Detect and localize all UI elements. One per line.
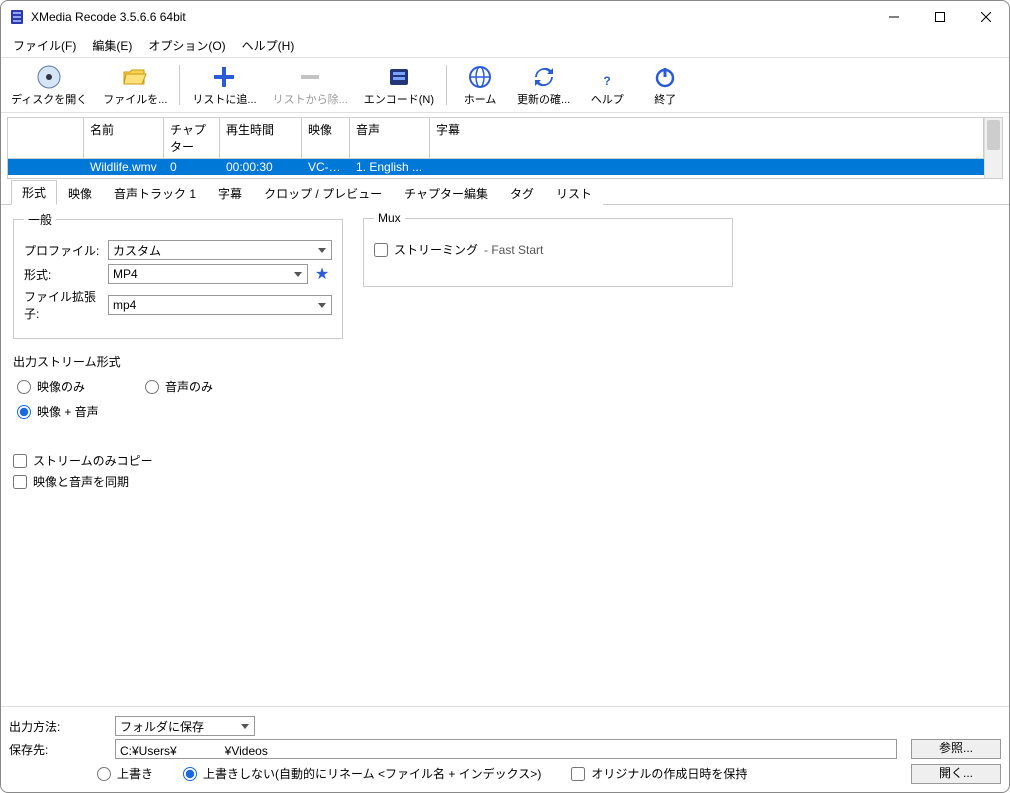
dest-label: 保存先: xyxy=(9,741,109,758)
general-legend: 一般 xyxy=(24,211,56,228)
menubar: ファイル(F) 編集(E) オプション(O) ヘルプ(H) xyxy=(1,33,1009,57)
tab-chapter[interactable]: チャプター編集 xyxy=(393,181,499,205)
folder-icon xyxy=(121,63,149,91)
file-list-scrollbar[interactable] xyxy=(984,118,1002,178)
maximize-button[interactable] xyxy=(917,1,963,33)
remove-from-list-button: リストから除... xyxy=(265,59,356,111)
tab-format[interactable]: 形式 xyxy=(11,180,57,205)
titlebar: XMedia Recode 3.5.6.6 64bit xyxy=(1,1,1009,33)
update-button[interactable]: 更新の確... xyxy=(509,59,578,111)
table-row[interactable]: Wildlife.wmv000:00:30VC-1 ...1. English … xyxy=(8,159,984,175)
column-playtime[interactable]: 再生時間 xyxy=(220,118,302,159)
open-folder-button[interactable]: 開く... xyxy=(911,764,1001,784)
column-video[interactable]: 映像 xyxy=(302,118,350,159)
column-blank[interactable] xyxy=(8,118,84,159)
tab-crop-preview[interactable]: クロップ / プレビュー xyxy=(253,181,393,205)
tab-list[interactable]: リスト xyxy=(545,181,603,205)
radio-overwrite[interactable]: 上書き xyxy=(97,763,153,784)
column-chapter[interactable]: チャプター xyxy=(164,118,220,159)
checkbox-preserve-date[interactable]: オリジナルの作成日時を保持 xyxy=(571,763,747,784)
app-icon xyxy=(9,9,25,25)
radio-no-overwrite[interactable]: 上書きしない(自動的にリネーム <ファイル名 + インデックス>) xyxy=(183,763,541,784)
browse-button[interactable]: 参照... xyxy=(911,739,1001,759)
radio-audio-only[interactable]: 音声のみ xyxy=(145,376,213,397)
globe-icon xyxy=(466,63,494,91)
ext-label: ファイル拡張子: xyxy=(24,288,108,322)
column-name[interactable]: 名前 xyxy=(84,118,164,159)
mux-legend: Mux xyxy=(374,211,405,225)
toolbar: ディスクを開く ファイルを... リストに追... リストから除... エンコー… xyxy=(1,57,1009,113)
disc-icon xyxy=(35,63,63,91)
checkbox-sync-va[interactable]: 映像と音声を同期 xyxy=(13,471,343,492)
bottom-bar: 出力方法: フォルダに保存 保存先: C:¥Users¥ ¥Videos 参照.… xyxy=(1,706,1009,792)
tab-subtitle[interactable]: 字幕 xyxy=(207,181,253,205)
format-label: 形式: xyxy=(24,266,108,283)
menu-file[interactable]: ファイル(F) xyxy=(5,34,84,57)
column-subtitle[interactable]: 字幕 xyxy=(430,118,984,159)
toolbar-separator xyxy=(179,65,180,105)
profile-select[interactable]: カスタム xyxy=(108,240,332,260)
profile-label: プロファイル: xyxy=(24,242,108,259)
ext-select[interactable]: mp4 xyxy=(108,295,332,315)
tab-content-format: 一般 プロファイル: カスタム 形式: MP4 ★ ファイル拡張子: mp4 出… xyxy=(1,205,1009,706)
menu-edit[interactable]: 編集(E) xyxy=(84,34,140,57)
window-title: XMedia Recode 3.5.6.6 64bit xyxy=(31,10,871,24)
exit-button[interactable]: 終了 xyxy=(636,59,694,111)
checkbox-stream-copy[interactable]: ストリームのみコピー xyxy=(13,450,343,471)
close-button[interactable] xyxy=(963,1,1009,33)
encode-icon xyxy=(385,63,413,91)
menu-option[interactable]: オプション(O) xyxy=(140,34,233,57)
minimize-button[interactable] xyxy=(871,1,917,33)
tab-video[interactable]: 映像 xyxy=(57,181,103,205)
group-mux: Mux ストリーミング - Fast Start xyxy=(363,211,733,287)
home-button[interactable]: ホーム xyxy=(451,59,509,111)
open-disc-button[interactable]: ディスクを開く xyxy=(3,59,95,111)
file-list-header: 名前 チャプター 再生時間 映像 音声 字幕 xyxy=(8,118,984,159)
table-row[interactable]: french_pol...000:03:07H.26...1. Unknow..… xyxy=(8,175,984,178)
help-button[interactable]: ? ヘルプ xyxy=(578,59,636,111)
column-audio[interactable]: 音声 xyxy=(350,118,430,159)
minus-icon xyxy=(296,63,324,91)
output-method-label: 出力方法: xyxy=(9,718,109,735)
svg-text:?: ? xyxy=(604,74,611,88)
tabstrip: 形式 映像 音声トラック 1 字幕 クロップ / プレビュー チャプター編集 タ… xyxy=(1,183,1009,205)
dest-path-input[interactable]: C:¥Users¥ ¥Videos xyxy=(115,739,897,759)
favorite-star-icon[interactable]: ★ xyxy=(312,264,332,284)
radio-video-audio[interactable]: 映像 + 音声 xyxy=(17,401,343,422)
tab-audio-track[interactable]: 音声トラック 1 xyxy=(103,181,207,205)
refresh-icon xyxy=(530,63,558,91)
file-list[interactable]: 名前 チャプター 再生時間 映像 音声 字幕 Wildlife.wmv000:0… xyxy=(7,117,1003,179)
add-to-list-button[interactable]: リストに追... xyxy=(184,59,264,111)
encode-button[interactable]: エンコード(N) xyxy=(356,59,442,111)
output-method-select[interactable]: フォルダに保存 xyxy=(115,716,255,736)
tab-tag[interactable]: タグ xyxy=(499,181,545,205)
help-icon: ? xyxy=(593,63,621,91)
format-select[interactable]: MP4 xyxy=(108,264,308,284)
plus-icon xyxy=(210,63,238,91)
open-file-button[interactable]: ファイルを... xyxy=(95,59,175,111)
menu-help[interactable]: ヘルプ(H) xyxy=(234,34,303,57)
checkbox-streaming[interactable]: ストリーミング - Fast Start xyxy=(374,239,722,260)
faststart-note: - Fast Start xyxy=(484,243,543,257)
power-icon xyxy=(651,63,679,91)
toolbar-separator xyxy=(446,65,447,105)
radio-video-only[interactable]: 映像のみ xyxy=(17,376,85,397)
group-general: 一般 プロファイル: カスタム 形式: MP4 ★ ファイル拡張子: mp4 xyxy=(13,211,343,339)
output-stream-title: 出力ストリーム形式 xyxy=(13,353,343,370)
